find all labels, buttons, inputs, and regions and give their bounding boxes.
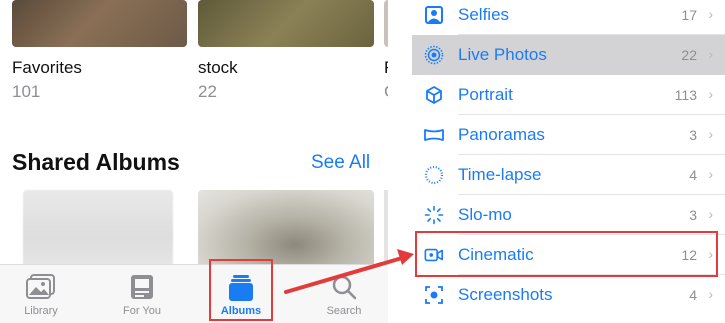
tab-search[interactable]: Search: [303, 265, 385, 323]
see-all-link[interactable]: See All: [311, 152, 370, 174]
chevron-right-icon: ›: [708, 166, 713, 182]
list-item-label: Panoramas: [458, 125, 545, 144]
slomo-icon: [424, 205, 444, 225]
albums-icon: [229, 275, 253, 301]
media-types-list: Selfies 17 › Live Photos 22 › Portrait 1…: [412, 0, 725, 323]
shared-album-thumbnail[interactable]: [384, 190, 388, 268]
chevron-right-icon: ›: [708, 126, 713, 142]
album-name-stock[interactable]: stock: [198, 58, 238, 78]
album-count-stock: 22: [198, 82, 217, 101]
list-item-time-lapse[interactable]: Time-lapse 4 ›: [412, 155, 725, 195]
chevron-right-icon: ›: [708, 286, 713, 302]
list-item-label: Screenshots: [458, 285, 553, 304]
shared-album-thumbnail[interactable]: [198, 190, 374, 268]
list-item-label: Live Photos: [458, 45, 547, 64]
library-icon: [26, 274, 55, 299]
chevron-right-icon: ›: [708, 246, 713, 262]
list-item-label: Cinematic: [458, 245, 534, 264]
album-count-favorites: 101: [12, 82, 41, 101]
tab-for-you[interactable]: For You: [101, 265, 183, 323]
list-item-portrait[interactable]: Portrait 113 ›: [412, 75, 725, 115]
for-you-icon: [131, 275, 153, 299]
list-item-count: 22: [681, 47, 697, 63]
next-album-thumbnail[interactable]: [384, 0, 388, 47]
tab-label: Albums: [220, 305, 262, 317]
list-item-selfies[interactable]: Selfies 17 ›: [412, 0, 725, 35]
tab-albums[interactable]: Albums: [200, 265, 282, 323]
album-name-favorites[interactable]: Favorites: [12, 58, 82, 78]
list-item-screenshots[interactable]: Screenshots 4 ›: [412, 275, 725, 315]
tab-label: For You: [123, 305, 161, 317]
screenshot-icon: [425, 286, 443, 304]
list-item-label: Portrait: [458, 85, 513, 104]
timelapse-icon: [424, 165, 444, 185]
album-name-next[interactable]: F: [384, 58, 388, 78]
list-item-label: Time-lapse: [458, 165, 542, 184]
list-item-live-photos[interactable]: Live Photos 22 ›: [412, 35, 725, 75]
chevron-right-icon: ›: [708, 46, 713, 62]
stock-album-thumbnail[interactable]: [198, 0, 374, 47]
live-photo-icon: [424, 45, 444, 65]
list-item-count: 17: [681, 7, 697, 23]
cinematic-icon: [424, 248, 443, 262]
list-item-count: 4: [689, 287, 697, 303]
list-item-panoramas[interactable]: Panoramas 3 ›: [412, 115, 725, 155]
shared-albums-heading: Shared Albums: [12, 149, 180, 175]
list-item-count: 12: [681, 247, 697, 263]
photos-albums-screen: Favorites 101 stock 22 F C Shared Albums…: [0, 0, 388, 323]
list-item-count: 3: [689, 207, 697, 223]
tab-label: Library: [24, 305, 58, 317]
tab-library[interactable]: Library: [0, 265, 82, 323]
list-item-cinematic[interactable]: Cinematic 12 ›: [412, 235, 725, 275]
chevron-right-icon: ›: [708, 206, 713, 222]
list-item-count: 3: [689, 127, 697, 143]
list-item-slo-mo[interactable]: Slo-mo 3 ›: [412, 195, 725, 235]
selfie-icon: [425, 6, 443, 24]
portrait-cube-icon: [426, 86, 442, 104]
list-item-label: Slo-mo: [458, 205, 512, 224]
chevron-right-icon: ›: [708, 86, 713, 102]
album-count-next: C: [384, 82, 388, 102]
list-item-label: Selfies: [458, 5, 510, 24]
favorites-album-thumbnail[interactable]: [12, 0, 187, 47]
search-icon: [332, 275, 357, 300]
panorama-icon: [424, 129, 444, 141]
list-item-count: 4: [689, 167, 697, 183]
list-item-count: 113: [674, 87, 697, 103]
tab-label: Search: [326, 305, 362, 317]
tab-bar: Library For You Albums Search: [0, 264, 388, 323]
shared-album-thumbnail[interactable]: [23, 190, 173, 268]
chevron-right-icon: ›: [708, 6, 713, 22]
